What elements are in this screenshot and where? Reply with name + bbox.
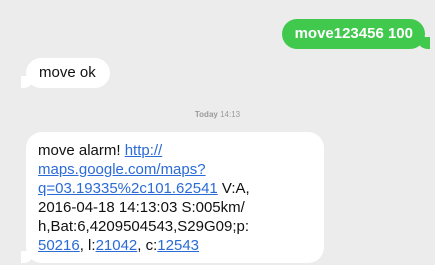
timestamp-time: 14:13: [220, 110, 241, 119]
alarm-validity-text: V:A,: [217, 180, 250, 197]
c-separator-text: , c:: [137, 237, 158, 254]
alarm-date-speed-text: 2016-04-18 14:13:03 S:005km/: [38, 199, 245, 216]
incoming-ack-text: move ok: [39, 64, 96, 81]
c-value-link[interactable]: 12543: [157, 237, 199, 254]
outgoing-message-bubble[interactable]: move123456 100: [281, 19, 431, 49]
l-separator-text: , l:: [79, 237, 96, 254]
message-timestamp: Today 14:13: [0, 110, 435, 119]
outgoing-message-text: move123456 100: [294, 25, 413, 42]
incoming-ack-bubble[interactable]: move ok: [21, 58, 110, 88]
timestamp-day: Today: [194, 110, 218, 119]
message-thread: move123456 100 move ok Today 14:13 move …: [0, 0, 435, 265]
alarm-battery-text: h,Bat:6,4209504543,S29G09;p:: [38, 218, 250, 235]
alarm-prefix-text: move alarm!: [38, 142, 125, 159]
l-value-link[interactable]: 21042: [96, 237, 138, 254]
incoming-alarm-bubble[interactable]: move alarm! http:// maps.google.com/maps?…: [21, 132, 324, 263]
maps-link-part-3: q=03.19335%2c101.62541: [38, 180, 218, 197]
maps-link-part-2: maps.google.com/maps?: [38, 161, 206, 178]
maps-link-part-1: http://: [124, 142, 163, 159]
p-value-link[interactable]: 50216: [38, 237, 80, 254]
